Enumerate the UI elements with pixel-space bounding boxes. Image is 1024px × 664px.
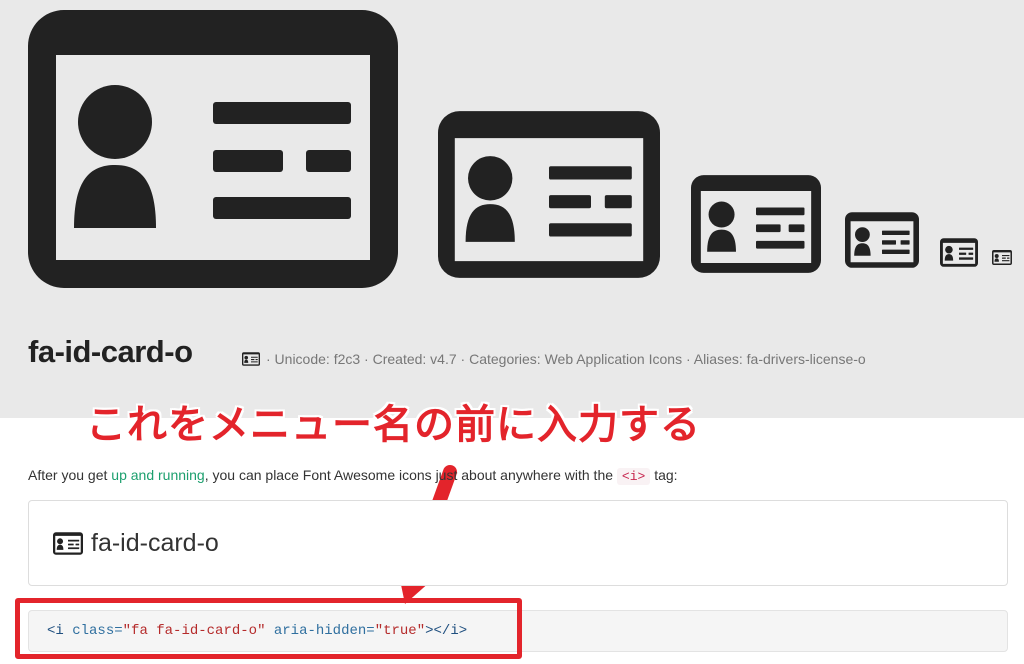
usage-prefix: After you get — [28, 467, 112, 483]
code-highlight-box — [15, 598, 522, 659]
id-card-icon — [53, 532, 83, 555]
usage-suffix: tag: — [650, 467, 678, 483]
example-preview-box: fa-id-card-o — [28, 500, 1008, 586]
up-and-running-link[interactable]: up and running — [111, 467, 204, 483]
example-label: fa-id-card-o — [91, 529, 219, 557]
usage-middle: , you can place Font Awesome icons just … — [204, 467, 617, 483]
i-tag-code: <i> — [616, 468, 651, 485]
usage-text: After you get up and running, you can pl… — [28, 465, 678, 487]
